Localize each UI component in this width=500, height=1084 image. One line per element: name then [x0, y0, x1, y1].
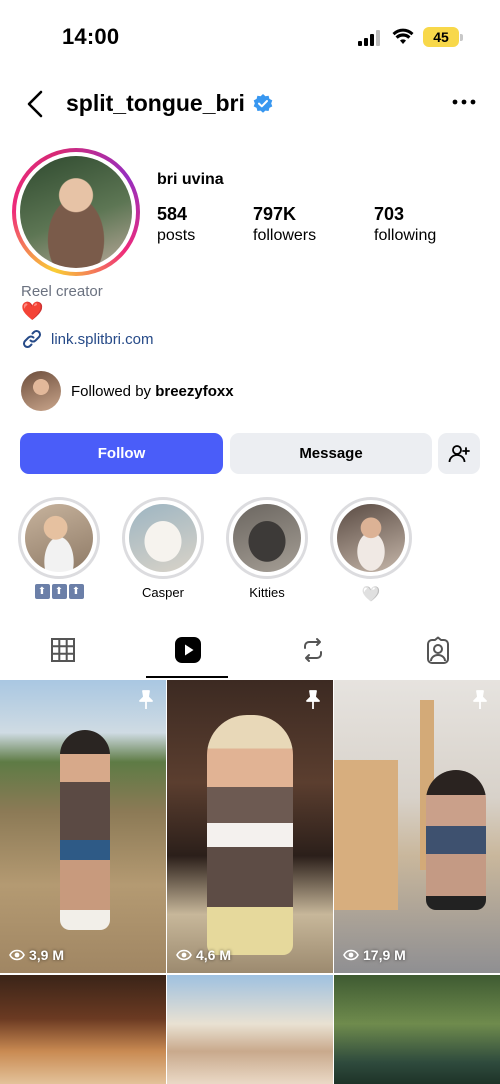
- eye-icon: [176, 949, 192, 961]
- stat-followers-label: followers: [253, 227, 317, 244]
- followed-by-prefix: Followed by: [71, 382, 156, 400]
- bio-link[interactable]: link.splitbri.com: [21, 328, 154, 350]
- stat-posts-value: 584: [157, 204, 188, 224]
- eye-icon: [9, 949, 25, 961]
- stat-posts-label: posts: [157, 227, 196, 244]
- reels-grid: 3,9 M 4,6 M 17,9 M: [0, 680, 500, 1084]
- reel-tile[interactable]: [0, 975, 166, 1084]
- profile-tabs: [0, 622, 500, 678]
- reel-view-count: 3,9 M: [9, 947, 64, 963]
- bio-heart-emoji: ❤️: [21, 301, 44, 321]
- eye-icon: [343, 949, 359, 961]
- reel-view-count: 4,6 M: [176, 947, 231, 963]
- suggested-users-button[interactable]: [438, 433, 480, 474]
- tab-reposts[interactable]: [250, 622, 375, 678]
- highlight-1[interactable]: ⬆ ⬆ ⬆: [18, 497, 100, 599]
- reel-view-count: 17,9 M: [343, 947, 406, 963]
- reel-view-count-text: 4,6 M: [196, 947, 232, 963]
- more-options-icon[interactable]: [452, 98, 476, 106]
- stat-following[interactable]: 703 following: [374, 204, 436, 245]
- profile-header: split_tongue_bri: [0, 84, 500, 124]
- follow-button[interactable]: Follow: [20, 433, 223, 474]
- status-bar: 14:00 45: [0, 0, 500, 72]
- display-name: bri uvina: [157, 171, 224, 188]
- status-time: 14:00: [62, 24, 120, 49]
- signal-icon: [358, 30, 382, 46]
- highlight-4[interactable]: 🤍: [330, 497, 412, 603]
- bio-category: Reel creator: [21, 283, 103, 300]
- highlight-1-cover: [25, 504, 93, 572]
- tab-grid[interactable]: [0, 622, 125, 678]
- grid-icon: [50, 638, 75, 662]
- reels-icon: [174, 637, 201, 663]
- stat-following-value: 703: [374, 204, 405, 224]
- pin-icon: [473, 690, 487, 709]
- reel-tile[interactable]: 3,9 M: [0, 680, 166, 973]
- stat-following-label: following: [374, 227, 437, 244]
- stat-followers-value: 797K: [253, 204, 297, 224]
- follower-avatar: [21, 371, 61, 411]
- tab-reels[interactable]: [125, 622, 250, 678]
- message-button[interactable]: Message: [230, 433, 432, 474]
- reel-tile[interactable]: [334, 975, 500, 1084]
- profile-avatar[interactable]: [12, 148, 140, 276]
- highlight-4-cover: [337, 504, 405, 572]
- link-icon: [22, 329, 42, 349]
- pin-icon: [306, 690, 320, 709]
- verified-badge-icon: [253, 94, 273, 113]
- back-arrow-icon[interactable]: [22, 88, 50, 120]
- tagged-icon: [426, 636, 449, 664]
- highlight-casper-cover: [129, 504, 197, 572]
- highlight-casper-label: Casper: [142, 585, 184, 600]
- highlight-kitties-cover: [233, 504, 301, 572]
- reel-view-count-text: 17,9 M: [363, 947, 406, 963]
- followed-by-text: Followed by breezyfoxx: [71, 383, 234, 400]
- add-person-icon: [448, 444, 470, 462]
- battery-indicator: 45: [423, 27, 463, 47]
- stat-followers[interactable]: 797K followers: [253, 204, 316, 245]
- highlight-4-label: 🤍: [361, 586, 381, 603]
- followed-by-username: breezyfoxx: [155, 382, 234, 400]
- reel-tile[interactable]: 4,6 M: [167, 680, 333, 973]
- reposts-icon: [303, 638, 322, 662]
- profile-username: split_tongue_bri: [66, 90, 245, 116]
- active-tab-indicator: [146, 676, 228, 678]
- highlight-kitties[interactable]: Kitties: [226, 497, 308, 601]
- tab-tagged[interactable]: [375, 622, 500, 678]
- highlight-casper[interactable]: Casper: [122, 497, 204, 601]
- stat-posts[interactable]: 584 posts: [157, 204, 195, 245]
- pin-icon: [139, 690, 153, 709]
- wifi-icon: [392, 28, 414, 44]
- reel-view-count-text: 3,9 M: [29, 947, 65, 963]
- highlight-1-label: ⬆ ⬆ ⬆: [34, 584, 84, 599]
- avatar-photo: [20, 156, 132, 268]
- bio-link-text: link.splitbri.com: [51, 330, 154, 348]
- reel-tile[interactable]: [167, 975, 333, 1084]
- followed-by[interactable]: Followed by breezyfoxx: [21, 371, 234, 411]
- reel-tile[interactable]: 17,9 M: [334, 680, 500, 973]
- highlight-kitties-label: Kitties: [249, 585, 285, 600]
